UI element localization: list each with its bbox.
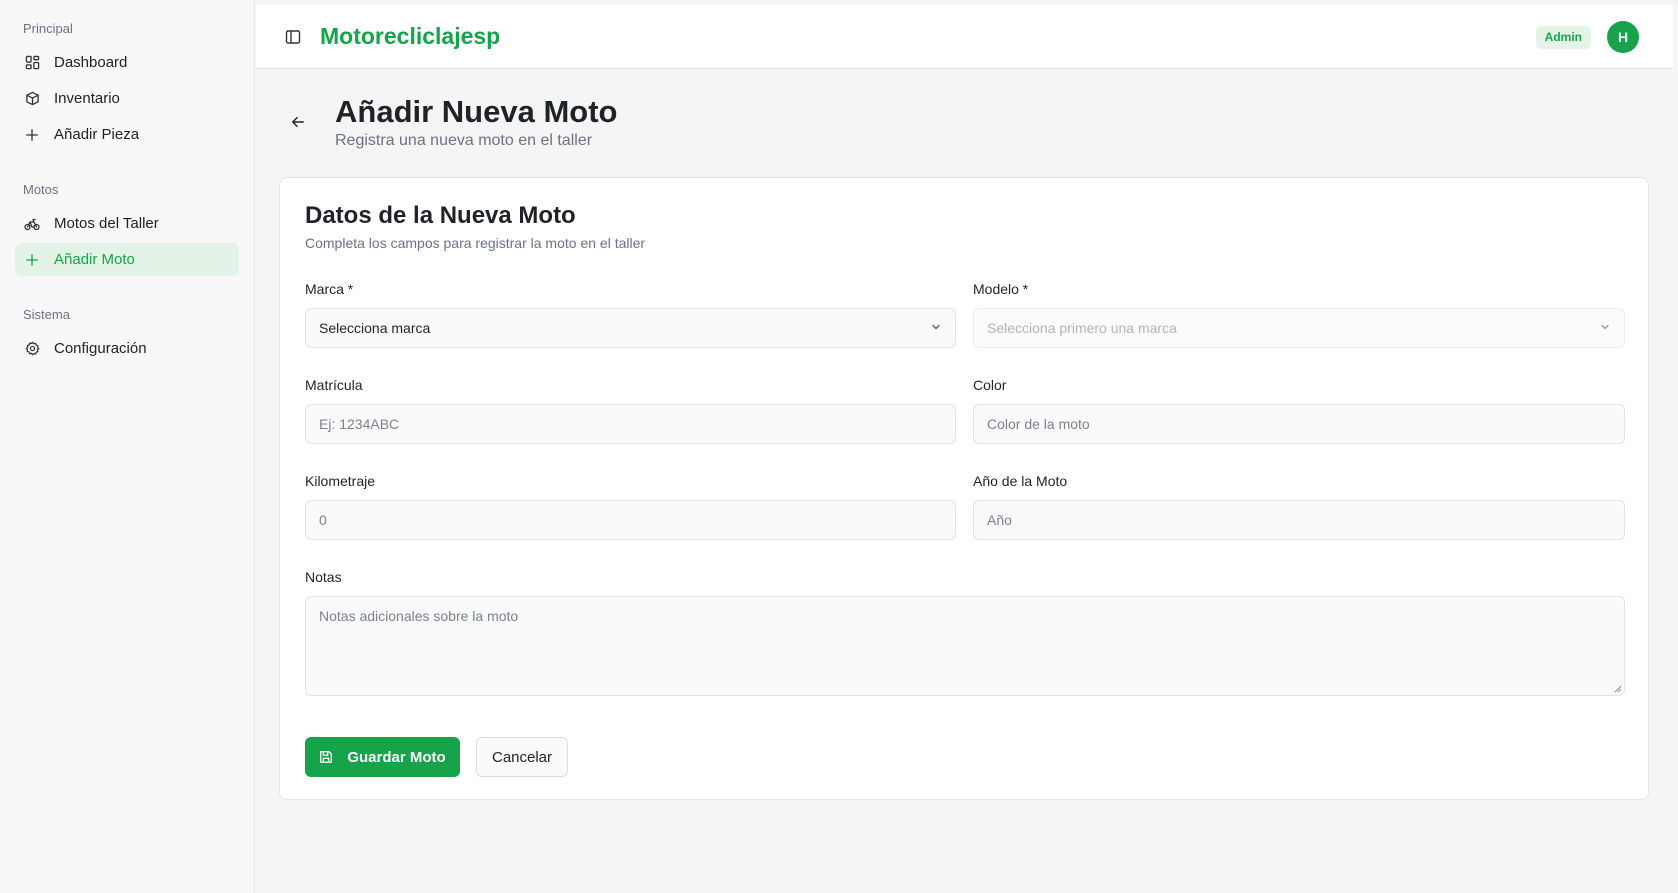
save-icon xyxy=(319,750,333,764)
color-input[interactable] xyxy=(987,416,1611,432)
dashboard-icon xyxy=(24,55,40,71)
chevron-down-icon xyxy=(930,320,942,336)
kilometraje-field xyxy=(305,500,956,540)
sidebar: Principal Dashboard Inventario Añadir Pi… xyxy=(0,0,255,893)
notas-label: Notas xyxy=(305,569,342,585)
form-card: Datos de la Nueva Moto Completa los camp… xyxy=(279,177,1649,800)
save-button[interactable]: Guardar Moto xyxy=(305,737,460,777)
sidebar-item-label: Configuración xyxy=(54,340,147,357)
modelo-label: Modelo * xyxy=(973,281,1029,297)
sidebar-item-anadir-moto[interactable]: Añadir Moto xyxy=(15,243,239,276)
resize-grip-icon[interactable] xyxy=(1614,685,1622,693)
avatar[interactable]: H xyxy=(1607,21,1639,53)
brand-title[interactable]: Motorecliclajesp xyxy=(320,23,500,50)
color-field xyxy=(973,404,1625,444)
sidebar-group-label: Sistema xyxy=(23,307,70,322)
kilometraje-input[interactable] xyxy=(319,512,942,528)
marca-label: Marca * xyxy=(305,281,354,297)
kilometraje-label: Kilometraje xyxy=(305,473,376,489)
form-subtitle: Completa los campos para registrar la mo… xyxy=(305,235,646,251)
marca-select[interactable]: Selecciona marca xyxy=(305,308,956,348)
marca-select-value: Selecciona marca xyxy=(319,320,431,336)
page-subtitle: Registra una nueva moto en el taller xyxy=(335,132,593,149)
matricula-input[interactable] xyxy=(319,416,942,432)
sidebar-item-label: Añadir Pieza xyxy=(54,126,140,143)
gear-icon xyxy=(24,341,40,357)
sidebar-group-sistema: Sistema Configuración xyxy=(0,306,254,365)
plus-icon xyxy=(24,252,40,268)
sidebar-group-label: Motos xyxy=(23,182,59,197)
save-button-label: Guardar Moto xyxy=(347,748,446,766)
matricula-field xyxy=(305,404,956,444)
sidebar-item-inventario[interactable]: Inventario xyxy=(15,82,239,115)
sidebar-group-principal: Principal Dashboard Inventario Añadir Pi… xyxy=(0,20,254,151)
anio-label: Año de la Moto xyxy=(973,473,1068,489)
back-arrow-icon[interactable] xyxy=(289,113,307,131)
sidebar-toggle-icon[interactable] xyxy=(283,27,303,47)
modelo-select[interactable]: Selecciona primero una marca xyxy=(973,308,1625,348)
anio-input[interactable] xyxy=(987,512,1611,528)
plus-icon xyxy=(24,127,40,143)
sidebar-item-dashboard[interactable]: Dashboard xyxy=(15,46,239,79)
modelo-select-value: Selecciona primero una marca xyxy=(987,320,1177,336)
color-label: Color xyxy=(973,377,1007,393)
sidebar-group-label: Principal xyxy=(23,21,73,36)
chevron-down-icon xyxy=(1599,320,1611,336)
role-badge: Admin xyxy=(1535,26,1591,49)
matricula-label: Matrícula xyxy=(305,377,363,393)
sidebar-item-motos-del-taller[interactable]: Motos del Taller xyxy=(15,207,239,240)
anio-field xyxy=(973,500,1625,540)
package-icon xyxy=(24,91,40,107)
sidebar-item-label: Inventario xyxy=(54,90,120,107)
form-title: Datos de la Nueva Moto xyxy=(305,202,576,229)
sidebar-item-label: Añadir Moto xyxy=(54,251,135,268)
notas-field xyxy=(305,596,1625,696)
notas-textarea[interactable] xyxy=(319,608,1611,688)
cancel-button[interactable]: Cancelar xyxy=(476,737,568,777)
sidebar-item-configuracion[interactable]: Configuración xyxy=(15,332,239,365)
sidebar-item-anadir-pieza[interactable]: Añadir Pieza xyxy=(15,118,239,151)
bike-icon xyxy=(24,216,40,232)
sidebar-item-label: Motos del Taller xyxy=(54,215,159,232)
sidebar-item-label: Dashboard xyxy=(54,54,128,71)
page-title: Añadir Nueva Moto xyxy=(335,94,618,129)
sidebar-group-motos: Motos Motos del Taller Añadir Moto xyxy=(0,181,254,276)
topbar: Motorecliclajesp Admin H xyxy=(256,5,1673,69)
